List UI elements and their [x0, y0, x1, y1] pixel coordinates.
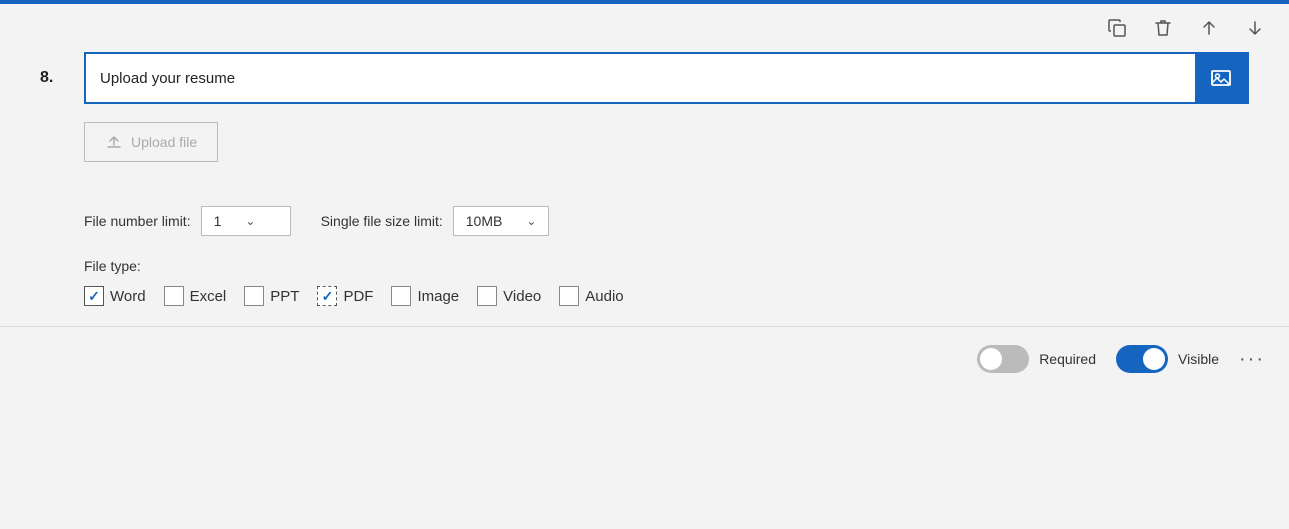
file-number-label: File number limit: [84, 213, 191, 229]
upload-file-label: Upload file [131, 134, 197, 150]
upload-file-button[interactable]: Upload file [84, 122, 218, 162]
required-label: Required [1039, 351, 1096, 367]
file-number-value: 1 [214, 213, 222, 229]
file-number-dropdown[interactable]: 1 ⌄ [201, 206, 291, 236]
file-size-chevron-icon: ⌄ [526, 214, 536, 228]
upload-button-wrapper: Upload file [84, 122, 1249, 186]
checkmark-word: ✓ [88, 288, 100, 305]
file-number-chevron-icon: ⌄ [245, 214, 255, 228]
checkbox-word[interactable]: ✓ [84, 286, 104, 306]
required-toggle[interactable] [977, 345, 1029, 373]
file-size-value: 10MB [466, 213, 503, 229]
file-size-dropdown[interactable]: 10MB ⌄ [453, 206, 550, 236]
upload-arrow-icon [105, 133, 123, 151]
file-type-label-ppt: PPT [270, 288, 299, 305]
move-up-icon[interactable] [1195, 14, 1223, 42]
file-type-label: File type: [84, 258, 1249, 274]
visible-toggle-group: Visible [1116, 345, 1219, 373]
checkbox-image[interactable] [391, 286, 411, 306]
main-content: 8. Upload file File number limit: [0, 52, 1289, 306]
file-type-item-ppt: PPT [244, 286, 299, 306]
file-type-item-excel: Excel [164, 286, 227, 306]
file-size-group: Single file size limit: 10MB ⌄ [321, 206, 550, 236]
file-type-item-image: Image [391, 286, 459, 306]
file-type-label-pdf: PDF [343, 288, 373, 305]
file-type-label-excel: Excel [190, 288, 227, 305]
file-type-label-word: Word [110, 288, 146, 305]
checkbox-pdf[interactable]: ✓ [317, 286, 337, 306]
file-number-group: File number limit: 1 ⌄ [84, 206, 291, 236]
footer-divider [0, 326, 1289, 327]
visible-toggle-thumb [1143, 348, 1165, 370]
question-title-input[interactable] [86, 58, 1195, 99]
question-input-wrapper [84, 52, 1249, 104]
checkbox-excel[interactable] [164, 286, 184, 306]
checkbox-ppt[interactable] [244, 286, 264, 306]
toolbar [0, 4, 1289, 52]
visible-toggle[interactable] [1116, 345, 1168, 373]
visible-label: Visible [1178, 351, 1219, 367]
required-toggle-group: Required [977, 345, 1096, 373]
question-number: 8. [40, 69, 68, 87]
file-type-label-video: Video [503, 288, 541, 305]
file-type-label-image: Image [417, 288, 459, 305]
file-types-row: ✓ Word Excel PPT ✓ PDF Image Video Audio [84, 286, 1249, 306]
file-type-item-audio: Audio [559, 286, 623, 306]
file-type-section: File type: ✓ Word Excel PPT ✓ PDF Image Video Au… [84, 258, 1249, 306]
file-type-item-video: Video [477, 286, 541, 306]
copy-icon[interactable] [1103, 14, 1131, 42]
checkmark-pdf: ✓ [322, 288, 334, 305]
file-type-item-word: ✓ Word [84, 286, 146, 306]
insert-image-button[interactable] [1195, 54, 1247, 102]
checkbox-audio[interactable] [559, 286, 579, 306]
footer: Required Visible ··· [0, 335, 1289, 383]
limits-row: File number limit: 1 ⌄ Single file size … [84, 206, 1249, 236]
move-down-icon[interactable] [1241, 14, 1269, 42]
checkbox-video[interactable] [477, 286, 497, 306]
question-row: 8. [40, 52, 1249, 104]
file-type-label-audio: Audio [585, 288, 623, 305]
required-toggle-thumb [980, 348, 1002, 370]
more-options-button[interactable]: ··· [1239, 348, 1265, 371]
file-type-item-pdf: ✓ PDF [317, 286, 373, 306]
file-size-label: Single file size limit: [321, 213, 443, 229]
delete-icon[interactable] [1149, 14, 1177, 42]
